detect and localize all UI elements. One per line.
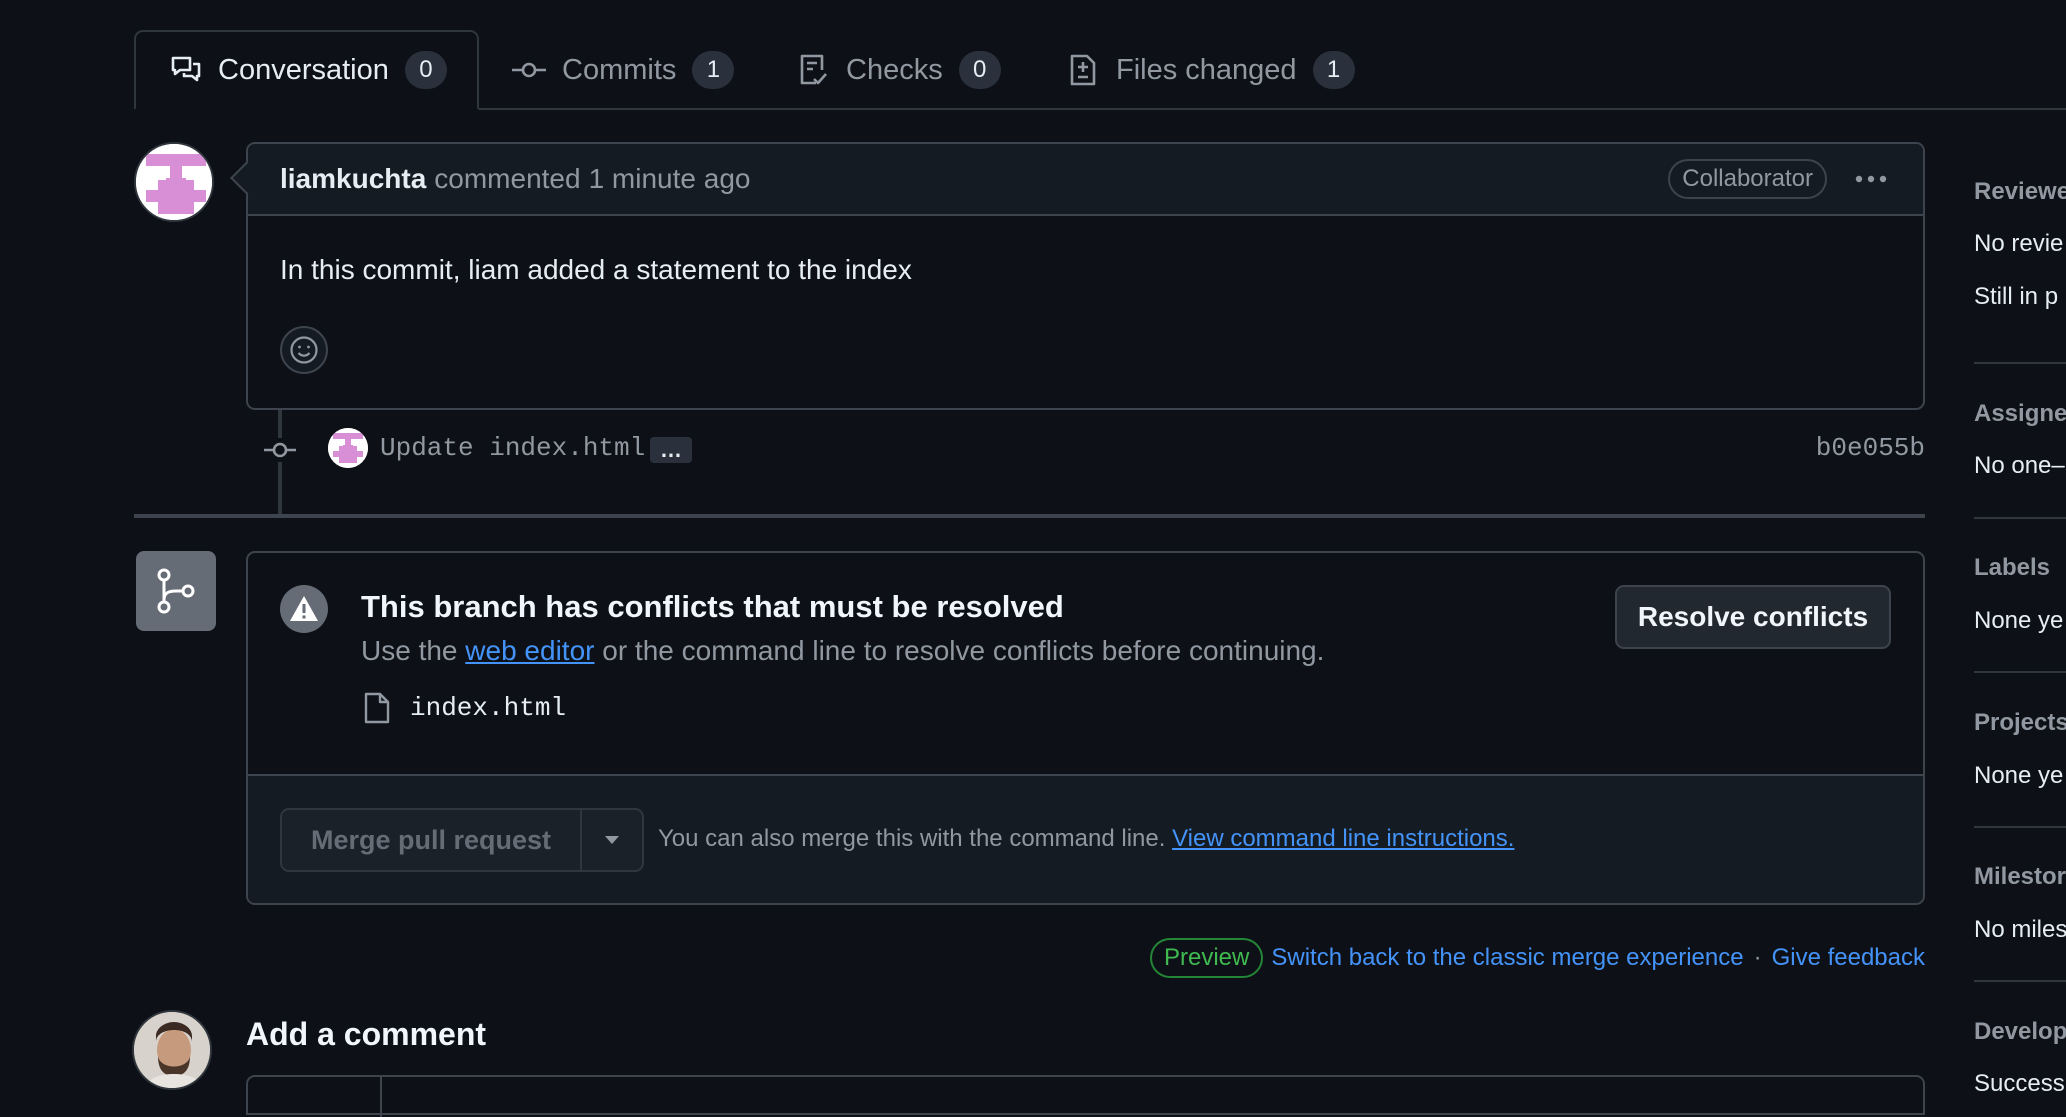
separator-dot: · [1753, 944, 1762, 971]
commit-author-avatar[interactable] [328, 428, 368, 468]
tab-counter: 0 [958, 51, 1001, 89]
merge-desc-suffix: or the command line to resolve conflicts… [602, 635, 1325, 666]
merge-method-dropdown[interactable] [580, 808, 644, 872]
sidebar-reviewers-label[interactable]: Reviewe [1974, 178, 2066, 206]
collaborator-badge: Collaborator [1668, 159, 1827, 199]
comment-time[interactable]: 1 minute ago [589, 163, 751, 195]
sidebar-divider [1974, 980, 2066, 982]
comment-author[interactable]: liamkuchta [280, 163, 426, 195]
conflict-file-name[interactable]: index.html [410, 693, 566, 723]
preview-badge: Preview [1150, 938, 1264, 978]
tab-counter: 1 [692, 51, 735, 89]
kebab-menu-icon[interactable] [1851, 164, 1891, 194]
file-diff-icon [1066, 53, 1100, 87]
alert-icon [280, 585, 328, 633]
merge-box: This branch has conflicts that must be r… [246, 551, 1925, 905]
commit-sha[interactable]: b0e055b [1816, 433, 1925, 463]
tab-checks[interactable]: Checks 0 [796, 30, 1001, 110]
smiley-icon [290, 336, 318, 364]
author-avatar[interactable] [134, 142, 214, 222]
sidebar-development-value: Success [1974, 1070, 2065, 1097]
sidebar-labels-value: None ye [1974, 607, 2064, 634]
merge-desc-prefix: Use the [361, 635, 458, 666]
sidebar-divider [1974, 517, 2066, 519]
commit-expand-button[interactable]: … [650, 437, 692, 463]
sidebar-projects-value: None ye [1974, 762, 2064, 789]
sidebar-milestone-label[interactable]: Milestor [1974, 863, 2066, 891]
tab-label: Checks [846, 53, 943, 86]
resolve-conflicts-button[interactable]: Resolve conflicts [1615, 585, 1891, 649]
add-reaction-button[interactable] [280, 326, 328, 374]
classic-merge-link[interactable]: Switch back to the classic merge experie… [1271, 944, 1743, 972]
cli-hint: You can also merge this with the command… [658, 825, 1514, 853]
comment-action: commented [434, 163, 581, 194]
tab-label: Commits [562, 53, 677, 86]
comment-header: liamkuchta commented 1 minute ago Collab… [248, 144, 1923, 216]
merge-pull-request-button[interactable]: Merge pull request [280, 808, 582, 872]
preview-row: Preview Switch back to the classic merge… [1150, 938, 1925, 978]
identicon [136, 144, 212, 220]
cli-text: You can also merge this with the command… [658, 825, 1166, 852]
sidebar-divider [1974, 826, 2066, 828]
merge-actions-area: Merge pull request You can also merge th… [248, 774, 1923, 903]
comment-box: liamkuchta commented 1 minute ago Collab… [230, 142, 1925, 410]
tab-commits[interactable]: Commits 1 [512, 30, 735, 110]
timeline-divider [134, 514, 1925, 518]
sidebar-divider [1974, 362, 2066, 364]
sidebar-labels-label[interactable]: Labels [1974, 554, 2050, 582]
sidebar-assignees-value: No one– [1974, 452, 2065, 479]
file-icon [363, 691, 393, 725]
tab-label: Files changed [1116, 53, 1297, 86]
add-comment-heading: Add a comment [246, 1016, 487, 1052]
current-user-avatar[interactable] [132, 1010, 212, 1090]
triangle-down-icon [605, 836, 619, 844]
identicon-small [328, 428, 368, 468]
sidebar-reviewers-value: No revie [1974, 230, 2064, 257]
sidebar-assignees-label[interactable]: Assigne [1974, 400, 2066, 428]
sidebar-reviewers-note: Still in p [1974, 283, 2059, 310]
comment-editor[interactable] [246, 1075, 1925, 1117]
merge-description: Use the web editor or the command line t… [361, 635, 1324, 667]
web-editor-link[interactable]: web editor [465, 635, 594, 666]
tab-counter: 1 [1312, 51, 1355, 89]
sidebar-milestone-value: No miles [1974, 916, 2066, 943]
git-commit-icon [512, 53, 546, 87]
comment-body: In this commit, liam added a statement t… [280, 254, 912, 285]
merge-title: This branch has conflicts that must be r… [361, 589, 1064, 624]
sidebar-divider [1974, 671, 2066, 673]
checklist-icon [796, 53, 830, 87]
git-branch-icon [157, 568, 195, 614]
tab-label: Conversation [218, 53, 389, 86]
tab-counter: 0 [404, 51, 447, 89]
editor-write-tab[interactable] [248, 1077, 382, 1117]
sidebar-development-label[interactable]: Develop [1974, 1018, 2066, 1046]
user-photo [134, 1012, 210, 1088]
cli-instructions-link[interactable]: View command line instructions. [1172, 825, 1514, 852]
commit-node-icon [262, 438, 298, 462]
tab-files-changed[interactable]: Files changed 1 [1066, 30, 1355, 110]
comment-discussion-icon [170, 53, 202, 87]
sidebar-projects-label[interactable]: Projects [1974, 709, 2066, 737]
merge-status-badge [136, 551, 216, 631]
give-feedback-link[interactable]: Give feedback [1772, 944, 1925, 972]
commit-message[interactable]: Update index.html [380, 433, 645, 463]
tab-conversation[interactable]: Conversation 0 [134, 30, 479, 110]
